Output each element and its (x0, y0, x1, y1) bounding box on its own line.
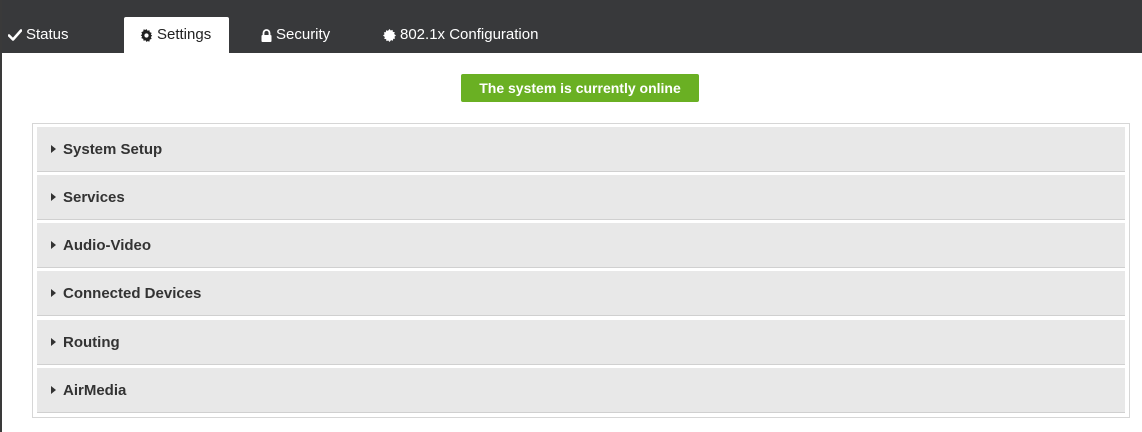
badge-icon (383, 28, 396, 42)
gear-icon (140, 28, 153, 42)
accordion-item-label: System Setup (63, 140, 163, 158)
accordion-item-label: Routing (63, 333, 120, 351)
tab-security[interactable]: Security (261, 17, 330, 53)
accordion-item-system-setup[interactable]: System Setup (37, 127, 1125, 172)
caret-right-icon (51, 338, 56, 346)
tab-settings[interactable]: Settings (124, 17, 230, 53)
caret-right-icon (51, 289, 56, 297)
status-badge: The system is currently online (461, 74, 699, 102)
accordion-item-label: Services (63, 188, 125, 206)
tab-bar: Status Settings Security 802.1x Configur… (2, 0, 1142, 53)
settings-accordion: System Setup Services Audio-Video Connec… (32, 123, 1130, 418)
lock-icon (261, 28, 272, 42)
caret-right-icon (51, 145, 56, 153)
tab-security-label: Security (276, 26, 331, 43)
caret-right-icon (51, 241, 56, 249)
tab-8021x-label: 802.1x Configuration (400, 26, 539, 43)
tab-status-label: Status (26, 26, 69, 43)
accordion-item-routing[interactable]: Routing (37, 320, 1125, 365)
accordion-item-airmedia[interactable]: AirMedia (37, 368, 1125, 413)
tab-settings-label: Settings (157, 26, 212, 43)
check-icon (8, 29, 22, 41)
tab-status[interactable]: Status (8, 17, 69, 53)
accordion-item-label: AirMedia (63, 381, 127, 399)
accordion-item-connected-devices[interactable]: Connected Devices (37, 271, 1125, 316)
caret-right-icon (51, 386, 56, 394)
tab-8021x-configuration[interactable]: 802.1x Configuration (383, 17, 538, 53)
caret-right-icon (51, 193, 56, 201)
accordion-item-audio-video[interactable]: Audio-Video (37, 223, 1125, 268)
accordion-item-services[interactable]: Services (37, 175, 1125, 220)
accordion-item-label: Connected Devices (63, 284, 202, 302)
accordion-item-label: Audio-Video (63, 236, 152, 254)
